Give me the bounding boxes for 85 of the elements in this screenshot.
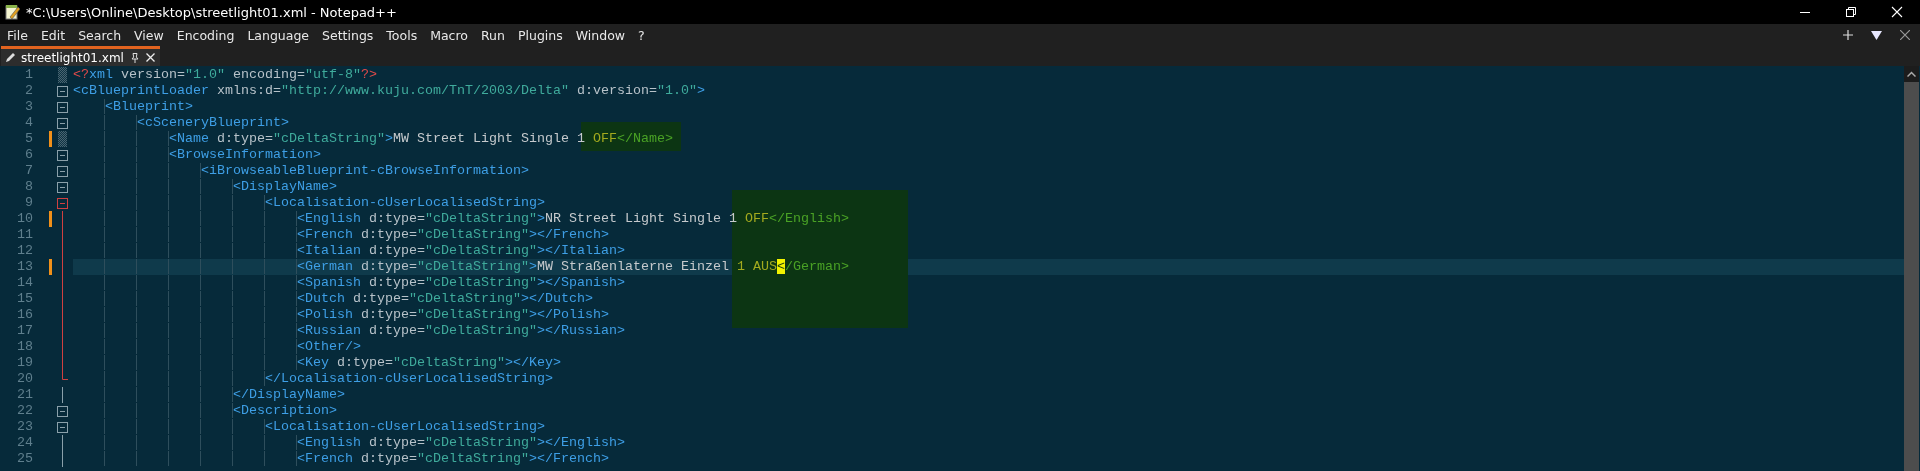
- code-line: <DisplayName>: [73, 179, 1904, 195]
- menu-item[interactable]: Encoding: [170, 25, 242, 45]
- fold-end-icon: [62, 371, 68, 380]
- fold-toggle-icon[interactable]: [57, 405, 68, 417]
- dropdown-icon[interactable]: [1871, 30, 1882, 40]
- code-line: <Description>: [73, 403, 1904, 419]
- menu-item[interactable]: Language: [241, 25, 317, 45]
- line-number: 3: [24, 99, 34, 115]
- code-line: <?xml version="1.0" encoding="utf-8"?>: [73, 67, 378, 83]
- fold-toggle-icon[interactable]: [57, 149, 68, 161]
- code-line: </Localisation-cUserLocalisedString>: [73, 371, 1904, 387]
- line-number: 25: [16, 451, 34, 467]
- code-line: <Key d:type="cDeltaString"></Key>: [73, 355, 1904, 371]
- restore-icon[interactable]: [1845, 6, 1857, 18]
- fold-toggle-icon[interactable]: [57, 101, 68, 113]
- scroll-up-icon[interactable]: [1907, 71, 1916, 77]
- code-line: <cBlueprintLoader xmlns:d="http://www.kuju.com/TnT/2003/Delta" d:version="1.0">: [73, 83, 706, 99]
- code-line: <French d:type="cDeltaString"></French>: [73, 451, 1904, 467]
- line-number: 11: [16, 227, 34, 243]
- menu-item[interactable]: Macro: [424, 25, 475, 45]
- app-icon: [4, 4, 20, 20]
- menu-item[interactable]: Search: [72, 25, 129, 45]
- line-number: 24: [16, 435, 34, 451]
- fold-toggle-icon[interactable]: [57, 117, 68, 129]
- code-line: <BrowseInformation>: [73, 147, 1904, 163]
- menu-item[interactable]: File: [1, 25, 35, 45]
- fold-line: [62, 387, 63, 403]
- code-line: <iBrowseableBlueprint-cBrowseInformation>: [73, 163, 1904, 179]
- line-number: 13: [16, 259, 34, 275]
- menu-item[interactable]: Run: [475, 25, 512, 45]
- line-number: 17: [16, 323, 34, 339]
- fold-toggle-icon[interactable]: [57, 197, 68, 209]
- menu-item[interactable]: Settings: [316, 25, 381, 45]
- line-number: 9: [24, 195, 34, 211]
- line-number: 6: [24, 147, 34, 163]
- fold-toggle-icon[interactable]: [57, 165, 68, 177]
- code-line: <Polish d:type="cDeltaString"></Polish>: [73, 307, 1904, 323]
- line-number: 8: [24, 179, 34, 195]
- code-line: <Blueprint>: [73, 99, 1904, 115]
- code-line: <cSceneryBlueprint>: [73, 115, 1904, 131]
- code-line: <Italian d:type="cDeltaString"></Italian>: [73, 243, 1904, 259]
- code-line: <French d:type="cDeltaString"></French>: [73, 227, 1904, 243]
- code-line: <Localisation-cUserLocalisedString>: [73, 195, 1904, 211]
- line-number: 1: [24, 67, 34, 83]
- line-number: 16: [16, 307, 34, 323]
- line-number: 12: [16, 243, 34, 259]
- line-number: 23: [16, 419, 34, 435]
- code-line: <Spanish d:type="cDeltaString"></Spanish>: [73, 275, 1904, 291]
- line-number: 4: [24, 115, 34, 131]
- pin-icon[interactable]: [128, 51, 141, 64]
- line-number: 22: [16, 403, 34, 419]
- code-line: <Russian d:type="cDeltaString"></Russian>: [73, 323, 1904, 339]
- pencil-icon: [5, 52, 16, 63]
- line-number: 14: [16, 275, 34, 291]
- code-line: <Localisation-cUserLocalisedString>: [73, 419, 1904, 435]
- line-number: 18: [16, 339, 34, 355]
- line-number: 10: [16, 211, 34, 227]
- line-number: 7: [24, 163, 34, 179]
- code-line: <Name d:type="cDeltaString">MW Street Light Single 1 OFF</Name>: [73, 131, 1904, 147]
- window-title: *C:\Users\Online\Desktop\streetlight01.xml - Notepad++: [26, 4, 397, 20]
- line-number: 20: [16, 371, 34, 387]
- plus-icon[interactable]: [1843, 30, 1853, 40]
- line-number: 19: [16, 355, 34, 371]
- fold-margin: [58, 131, 67, 147]
- menu-item[interactable]: ?: [632, 25, 652, 45]
- fold-toggle-icon[interactable]: [57, 85, 68, 97]
- menu-item[interactable]: Plugins: [511, 25, 570, 45]
- line-number: 21: [16, 387, 34, 403]
- menu-item[interactable]: View: [128, 25, 171, 45]
- file-tab[interactable]: streetlight01.xml: [1, 46, 160, 66]
- line-number: 15: [16, 291, 34, 307]
- fold-margin: [58, 67, 67, 83]
- code-line: </DisplayName>: [73, 387, 1904, 403]
- line-number: 2: [24, 83, 34, 99]
- fold-toggle-icon[interactable]: [57, 421, 68, 433]
- menu-item[interactable]: Edit: [34, 25, 73, 45]
- code-line: <English d:type="cDeltaString">NR Street Light Single 1 OFF</English>: [73, 211, 1904, 227]
- code-line: <Dutch d:type="cDeltaString"></Dutch>: [73, 291, 1904, 307]
- menu-item[interactable]: Window: [569, 25, 633, 45]
- fold-toggle-icon[interactable]: [57, 181, 68, 193]
- scrollbar[interactable]: [1904, 66, 1919, 471]
- line-number: 5: [24, 131, 34, 147]
- code-line: <English d:type="cDeltaString"></English>: [73, 435, 1904, 451]
- menu-item[interactable]: Tools: [380, 25, 425, 45]
- code-line: <Other/>: [73, 339, 1904, 355]
